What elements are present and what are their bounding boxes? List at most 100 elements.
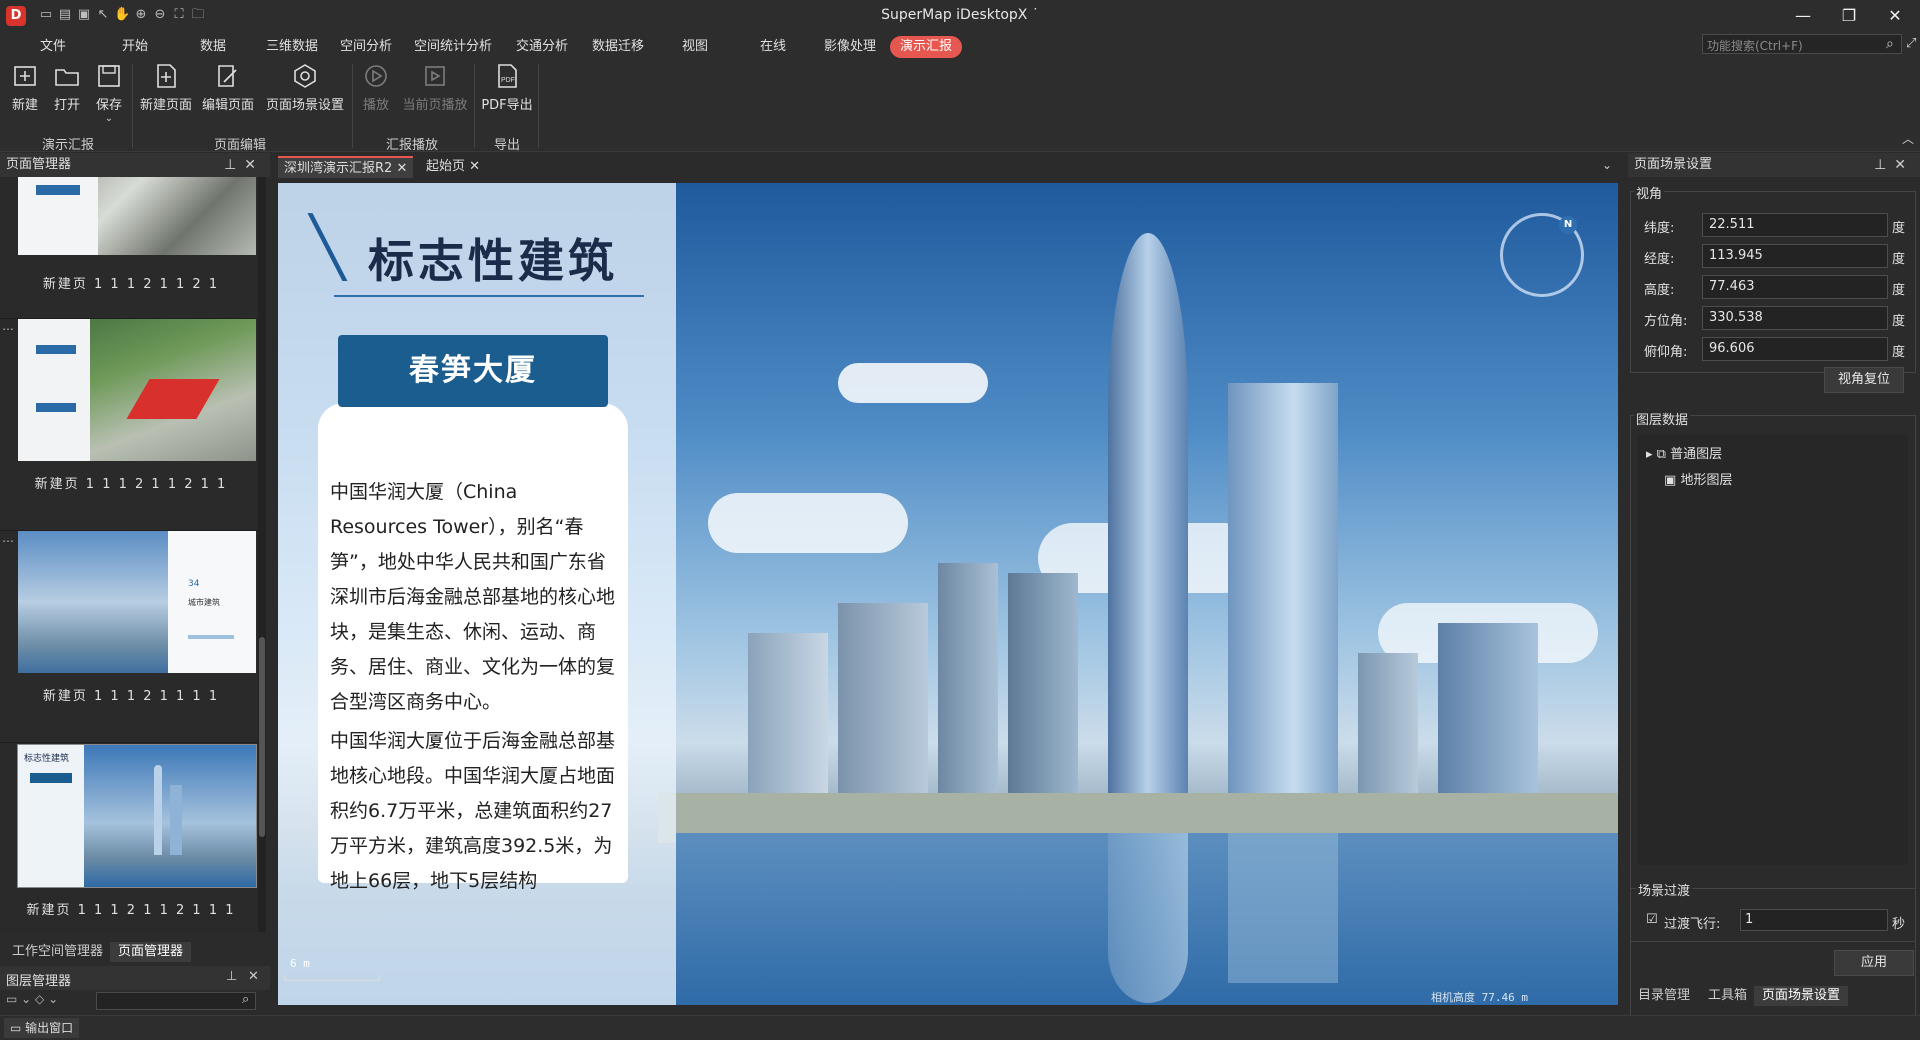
- close-tab-icon[interactable]: ✕: [396, 161, 407, 176]
- zoom-out-icon[interactable]: ⊖: [152, 7, 168, 23]
- page-thumbnail-item[interactable]: 新建页 1 1 1 2 1 1 2 1: [0, 177, 262, 319]
- azimuth-input[interactable]: 330.538: [1702, 306, 1888, 330]
- page-thumbnail-item[interactable]: … 新建页 1 1 1 2 1 1 2 1 1: [0, 319, 262, 531]
- latitude-label: 纬度:: [1644, 221, 1675, 236]
- expand-arrow-icon[interactable]: ▸: [1646, 447, 1653, 462]
- more-icon[interactable]: …: [2, 531, 14, 545]
- menu-tab-start[interactable]: 开始: [112, 36, 158, 58]
- scrollbar-thumb[interactable]: [259, 637, 265, 837]
- new-button[interactable]: 新建: [8, 60, 42, 126]
- menu-tab-presentation[interactable]: 演示汇报: [890, 36, 963, 58]
- collapse-ribbon-icon[interactable]: ︿: [1902, 130, 1914, 147]
- pin-icon[interactable]: ⊥: [224, 157, 244, 173]
- output-window-icon: ▭: [10, 1021, 26, 1035]
- fullscreen-icon[interactable]: ⤢: [1906, 36, 1916, 51]
- title-underline: [334, 295, 644, 297]
- menu-tab-migration[interactable]: 数据迁移: [582, 36, 654, 58]
- tab-catalog-manager[interactable]: 目录管理: [1630, 986, 1698, 1006]
- select-pointer-icon[interactable]: ↖: [95, 7, 111, 23]
- scene-settings-icon: [262, 60, 348, 94]
- tab-toolbox[interactable]: 工具箱: [1700, 986, 1755, 1006]
- play-icon: [356, 60, 396, 94]
- page-manager-header: 页面管理器 ⊥✕: [0, 153, 270, 177]
- edit-page-button[interactable]: 编辑页面: [200, 60, 256, 126]
- tree-node-terrain-layers[interactable]: ▣ 地形图层: [1664, 469, 1732, 488]
- save-file-icon[interactable]: ▤: [57, 7, 73, 23]
- function-search-input[interactable]: 功能搜索(Ctrl+F): [1702, 34, 1902, 54]
- restore-button[interactable]: ❐: [1826, 2, 1872, 30]
- latitude-input[interactable]: 22.511: [1702, 213, 1888, 237]
- pitch-input[interactable]: 96.606: [1702, 337, 1888, 361]
- new-page-button[interactable]: 新建页面: [138, 60, 194, 126]
- pin-icon[interactable]: ⊥: [1874, 157, 1894, 173]
- apply-button[interactable]: 应用: [1834, 950, 1914, 976]
- new-file-icon[interactable]: ▭: [38, 7, 54, 23]
- menu-tab-traffic[interactable]: 交通分析: [506, 36, 578, 58]
- chevron-down-icon[interactable]: ⌄: [1602, 158, 1612, 172]
- compass-icon[interactable]: N: [1500, 213, 1584, 297]
- scene-viewport[interactable]: N ╲ 标志性建筑 中国华润大厦（China Resources Tower），…: [278, 183, 1618, 1005]
- pan-hand-icon[interactable]: ✋: [114, 7, 130, 23]
- open-button[interactable]: 打开: [50, 60, 84, 126]
- building: [1008, 573, 1078, 813]
- menu-tab-imagery[interactable]: 影像处理: [814, 36, 886, 58]
- longitude-input[interactable]: 113.945: [1702, 244, 1888, 268]
- search-icon[interactable]: ⌕: [242, 992, 249, 1007]
- altitude-label: 高度:: [1644, 283, 1675, 298]
- tower-reflection: [1228, 833, 1338, 983]
- minimize-button[interactable]: —: [1780, 2, 1826, 30]
- pdf-export-button[interactable]: PDF PDF导出: [480, 60, 534, 126]
- building: [1358, 653, 1418, 793]
- full-extent-icon[interactable]: ⛶: [171, 7, 187, 23]
- menu-tab-file[interactable]: 文件: [30, 36, 76, 58]
- close-icon[interactable]: ✕: [1894, 157, 1914, 173]
- azimuth-unit: 度: [1892, 314, 1906, 329]
- tab-page-manager[interactable]: 页面管理器: [110, 942, 192, 962]
- thumbnail-scrollbar[interactable]: [258, 177, 266, 932]
- zoom-in-icon[interactable]: ⊕: [133, 7, 149, 23]
- edit-page-label: 编辑页面: [201, 98, 254, 113]
- tree-node-normal-layers[interactable]: ▸ ⧉ 普通图层: [1646, 443, 1722, 462]
- more-icon[interactable]: …: [2, 319, 14, 333]
- page-thumbnail-item-selected[interactable]: 标志性建筑 新建页 1 1 1 2 1 1 2 1 1 1: [0, 743, 262, 932]
- play-current-label: 当前页播放: [402, 98, 468, 113]
- open-folder-icon[interactable]: 🗀: [190, 7, 206, 23]
- page-manager-panel: 页面管理器 ⊥✕ 新建页 1 1 1 2 1 1 2 1 … 新建页 1 1 1…: [0, 153, 270, 943]
- play-current-button[interactable]: 当前页播放: [400, 60, 470, 126]
- output-window-tab[interactable]: ▭ 输出窗口: [4, 1018, 80, 1038]
- menu-tab-view[interactable]: 视图: [672, 36, 718, 58]
- close-icon[interactable]: ✕: [248, 969, 259, 984]
- menu-tab-spatial-analysis[interactable]: 空间分析: [330, 36, 402, 58]
- layer-tree[interactable]: ▸ ⧉ 普通图层 ▣ 地形图层: [1638, 435, 1908, 865]
- fly-transition-checkbox[interactable]: ☑: [1646, 912, 1658, 927]
- menu-tab-data[interactable]: 数据: [190, 36, 236, 58]
- altitude-input[interactable]: 77.463: [1702, 275, 1888, 299]
- pin-icon[interactable]: ⊥: [226, 969, 237, 984]
- longitude-unit: 度: [1892, 252, 1906, 267]
- search-icon[interactable]: ⌕: [1886, 36, 1894, 52]
- group-label-playback: 汇报播放: [385, 138, 438, 153]
- save-all-icon[interactable]: ▣: [76, 7, 92, 23]
- close-window-button[interactable]: ✕: [1872, 2, 1918, 30]
- scene-settings-button[interactable]: 页面场景设置: [262, 60, 348, 126]
- tab-workspace-manager[interactable]: 工作空间管理器: [4, 942, 111, 962]
- transition-seconds-input[interactable]: 1: [1740, 909, 1888, 931]
- tab-start-page[interactable]: 起始页 ✕: [420, 156, 486, 178]
- page-thumbnail-item[interactable]: … 34 城市建筑 新建页 1 1 1 2 1 1 1 1: [0, 531, 262, 743]
- play-button[interactable]: 播放: [356, 60, 396, 126]
- page-thumbnail-list[interactable]: 新建页 1 1 1 2 1 1 2 1 … 新建页 1 1 1 2 1 1 2 …: [0, 177, 266, 932]
- layer-tools-icon[interactable]: ▭ ⌄ ◇ ⌄: [6, 992, 58, 1006]
- layer-search-input[interactable]: [96, 992, 256, 1010]
- menu-tab-spatial-stats[interactable]: 空间统计分析: [404, 36, 502, 58]
- tab-label: 起始页: [426, 159, 466, 174]
- menu-tab-3d-data[interactable]: 三维数据: [256, 36, 328, 58]
- tab-document-active[interactable]: 深圳湾演示汇报R2 ✕: [278, 156, 414, 178]
- menu-tab-online[interactable]: 在线: [750, 36, 796, 58]
- group-label-export: 导出: [493, 138, 520, 153]
- reset-view-button[interactable]: 视角复位: [1824, 367, 1904, 393]
- chevron-down-icon[interactable]: ⌄: [92, 113, 126, 124]
- close-icon[interactable]: ✕: [244, 157, 264, 173]
- close-tab-icon[interactable]: ✕: [469, 159, 480, 174]
- save-button[interactable]: 保存 ⌄: [92, 60, 126, 126]
- tab-page-scene-settings[interactable]: 页面场景设置: [1754, 986, 1849, 1006]
